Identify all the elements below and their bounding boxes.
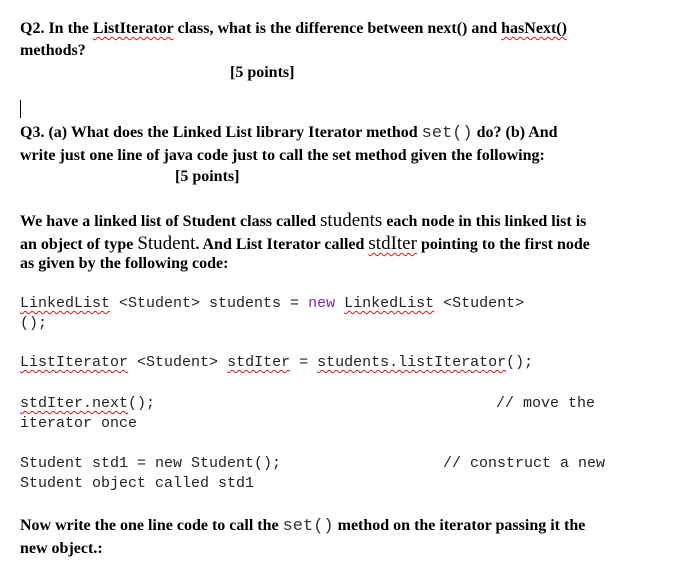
code-token: stdIter [227, 354, 291, 371]
context-line-1: We have a linked list of Student class c… [20, 210, 586, 232]
q2-class-name: ListIterator [92, 20, 174, 37]
code-comment-move: // move the [496, 395, 596, 412]
code-line-5: iterator once [20, 415, 138, 432]
q3-line-1: Q3. (a) What does the Linked List librar… [20, 124, 558, 143]
context-text: an object of type [20, 236, 138, 253]
context-type-name: Student [137, 233, 196, 254]
q2-method-name: hasNext() [501, 20, 567, 37]
code-line-3: ListIterator <Student> stdIter = student… [20, 354, 533, 371]
final-line-1: Now write the one line code to call the … [20, 517, 585, 536]
code-token: (); [506, 354, 534, 371]
context-iterator-name: stdIter [368, 233, 417, 254]
text-cursor [20, 100, 21, 118]
code-token: (); [128, 395, 156, 412]
context-text: . And List Iterator called [195, 236, 369, 253]
context-line-2: an object of type Student. And List Iter… [20, 233, 590, 255]
q2-text: Q2. In the [20, 20, 93, 37]
code-token: LinkedList [344, 295, 435, 312]
q3-set-method: set() [421, 124, 473, 143]
code-token: <Student> students = [110, 295, 309, 312]
q2-points: [5 points] [230, 64, 295, 81]
context-text: We have a linked list of Student class c… [20, 213, 321, 230]
q2-line-1: Q2. In the ListIterator class, what is t… [20, 20, 567, 38]
code-token: LinkedList [20, 295, 111, 312]
code-token: <Student> [128, 354, 228, 371]
context-list-name: students [320, 210, 383, 231]
final-text: method on the iterator passing it the [333, 517, 586, 534]
context-line-3: as given by the following code: [20, 255, 229, 272]
code-line-7: Student object called std1 [20, 475, 255, 492]
q3-text: do? (b) And [472, 124, 558, 141]
q2-line-2: methods? [20, 42, 86, 59]
q3-text: Q3. (a) What does the Linked List librar… [20, 124, 422, 141]
final-text: Now write the one line code to call the [20, 517, 283, 534]
code-token: <Student> [434, 295, 525, 312]
code-token: ListIterator [20, 354, 129, 371]
q2-text: class, what is the difference between ne… [173, 20, 502, 37]
code-token: = [290, 354, 318, 371]
code-comment-construct: // construct a new [443, 455, 606, 472]
code-line-6: Student std1 = new Student(); [20, 455, 282, 472]
code-token: students.listIterator [317, 354, 507, 371]
code-token: stdIter.next [20, 395, 129, 412]
code-line-4: stdIter.next(); [20, 395, 155, 412]
q3-points: [5 points] [175, 168, 240, 185]
final-set-method: set() [282, 517, 334, 536]
q3-line-2: write just one line of java code just to… [20, 147, 545, 164]
context-text: pointing to the first node [416, 236, 590, 253]
final-line-2: new object.: [20, 540, 103, 557]
code-line-1: LinkedList <Student> students = new Link… [20, 295, 524, 312]
code-keyword-new: new [308, 295, 336, 312]
code-line-2: (); [20, 315, 48, 332]
context-text: each node in this linked list is [382, 213, 587, 230]
